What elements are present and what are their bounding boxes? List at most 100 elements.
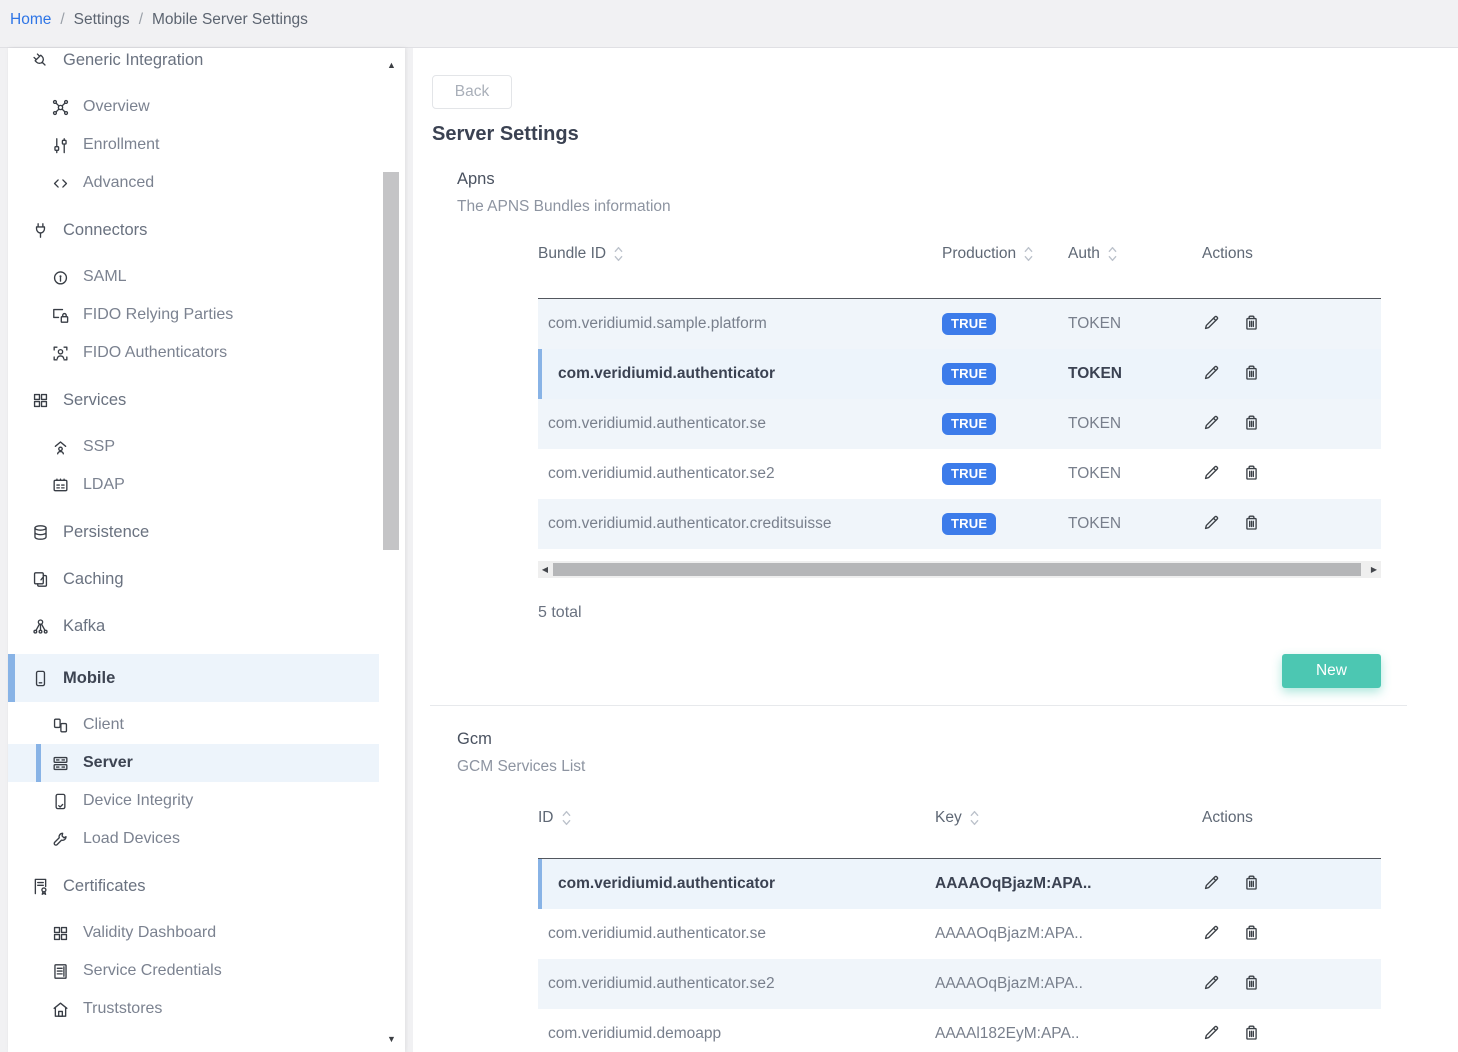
breadcrumb-item-settings[interactable]: Settings <box>74 8 130 32</box>
sidebar-item-server[interactable]: Server <box>8 744 379 782</box>
actions-cell <box>1192 1023 1381 1045</box>
gcm-table-row[interactable]: com.veridiumid.demoappAAAAl182EyM:APA.. <box>538 1009 1381 1052</box>
sidebar-item-label: Service Credentials <box>83 962 222 980</box>
page-body: Generic Integration Overview Enrollment Adv… <box>0 48 1458 1052</box>
sidebar-item-fido-relying-parties[interactable]: FIDO Relying Parties <box>8 296 379 334</box>
sidebar-scrollbar-thumb[interactable] <box>383 172 399 550</box>
sidebar-item-label: SAML <box>83 268 127 286</box>
sidebar-item-label: Connectors <box>63 221 147 240</box>
sidebar-item-services[interactable]: Services <box>8 381 379 419</box>
apns-table-body: com.veridiumid.sample.platformTRUETOKENc… <box>538 299 1381 549</box>
sidebar-item-advanced[interactable]: Advanced <box>8 164 379 202</box>
edit-button[interactable] <box>1202 363 1221 385</box>
contact-card-icon <box>50 475 70 495</box>
sidebar-item-truststores[interactable]: Truststores <box>8 990 379 1028</box>
apns-column-header-auth[interactable]: Auth <box>1068 245 1192 263</box>
sidebar-item-service-credentials[interactable]: Service Credentials <box>8 952 379 990</box>
apns-table-row[interactable]: com.veridiumid.sample.platformTRUETOKEN <box>538 299 1381 349</box>
sidebar-item-client[interactable]: Client <box>8 706 379 744</box>
actions-cell <box>1192 513 1381 535</box>
apns-column-header-production[interactable]: Production <box>942 245 1068 263</box>
sidebar-item-saml[interactable]: SAML <box>8 258 379 296</box>
apns-table-row[interactable]: com.veridiumid.authenticator.seTRUETOKEN <box>538 399 1381 449</box>
new-button-row: New <box>538 654 1381 688</box>
scroll-right-icon[interactable]: ▶ <box>1368 561 1380 578</box>
sidebar-item-device-integrity[interactable]: Device Integrity <box>8 782 379 820</box>
breadcrumb-home-link[interactable]: Home <box>10 8 51 32</box>
scroll-up-icon[interactable]: ▲ <box>383 60 400 70</box>
column-header-label: Actions <box>1202 245 1253 263</box>
gcm-column-header-id[interactable]: ID <box>538 809 933 827</box>
edit-button[interactable] <box>1202 923 1221 945</box>
sidebar-item-ssp[interactable]: SSP <box>8 428 379 466</box>
production-badge: TRUE <box>942 413 996 435</box>
delete-button[interactable] <box>1242 923 1261 945</box>
apns-column-header-bundle-id[interactable]: Bundle ID <box>538 245 942 263</box>
sidebar-scrollbar[interactable]: ▲ ▼ <box>383 48 400 1052</box>
gcm-table-row[interactable]: com.veridiumid.authenticator.se2AAAAOqBj… <box>538 959 1381 1009</box>
dual-phone-icon <box>50 715 70 735</box>
gcm-table-row[interactable]: com.veridiumid.authenticator.seAAAAOqBja… <box>538 909 1381 959</box>
sidebar-item-persistence[interactable]: Persistence <box>8 513 379 551</box>
delete-button[interactable] <box>1242 313 1261 335</box>
edit-button[interactable] <box>1202 313 1221 335</box>
delete-button[interactable] <box>1242 363 1261 385</box>
horizontal-scrollbar-thumb[interactable] <box>553 563 1361 576</box>
sidebar-item-label: LDAP <box>83 476 125 494</box>
sidebar-item-fido-authenticators[interactable]: FIDO Authenticators <box>8 334 379 372</box>
sidebar-item-label: Advanced <box>83 174 154 192</box>
sidebar-item-label: Overview <box>83 98 150 116</box>
wrench-icon <box>50 829 70 849</box>
edit-button[interactable] <box>1202 973 1221 995</box>
edit-button[interactable] <box>1202 463 1221 485</box>
sidebar-item-mobile[interactable]: Mobile <box>8 654 379 702</box>
sidebar-item-ldap[interactable]: LDAP <box>8 466 379 504</box>
sidebar-item-label: Device Integrity <box>83 792 193 810</box>
delete-button[interactable] <box>1242 513 1261 535</box>
sidebar-item-connectors[interactable]: Connectors <box>8 211 379 249</box>
apns-table-row[interactable]: com.veridiumid.authenticator.creditsuiss… <box>538 499 1381 549</box>
sidebar-item-validity-dashboard[interactable]: Validity Dashboard <box>8 914 379 952</box>
sidebar-item-label: FIDO Relying Parties <box>83 306 233 324</box>
sidebar-item-certificates[interactable]: Certificates <box>8 867 379 905</box>
sliders-icon <box>50 135 70 155</box>
edit-pencil-icon <box>1202 313 1221 335</box>
gcm-table-row[interactable]: com.veridiumid.authenticatorAAAAOqBjazM:… <box>538 859 1381 909</box>
document-lines-icon <box>50 961 70 981</box>
edit-button[interactable] <box>1202 513 1221 535</box>
gcm-column-header-key[interactable]: Key <box>933 809 1192 827</box>
sidebar-item-kafka[interactable]: Kafka <box>8 607 379 645</box>
apns-section: Apns The APNS Bundles information Bundle… <box>432 170 1458 688</box>
sidebar-item-generic-integration[interactable]: Generic Integration <box>8 48 379 79</box>
sort-icon <box>613 245 624 263</box>
scroll-left-icon[interactable]: ◀ <box>539 561 551 578</box>
column-header-label: Auth <box>1068 245 1100 263</box>
actions-cell <box>1192 413 1381 435</box>
person-home-icon <box>50 437 70 457</box>
apns-table-row[interactable]: com.veridiumid.authenticatorTRUETOKEN <box>538 349 1381 399</box>
delete-button[interactable] <box>1242 873 1261 895</box>
apns-table-header: Bundle IDProductionAuth Actions <box>538 245 1381 299</box>
delete-button[interactable] <box>1242 1023 1261 1045</box>
scroll-down-icon[interactable]: ▼ <box>383 1034 400 1044</box>
new-button[interactable]: New <box>1282 654 1381 688</box>
horizontal-scrollbar[interactable]: ◀ ▶ <box>538 561 1381 578</box>
sidebar-item-enrollment[interactable]: Enrollment <box>8 126 379 164</box>
delete-button[interactable] <box>1242 973 1261 995</box>
key-cell: AAAAl182EyM:APA.. <box>933 1025 1192 1043</box>
sidebar-item-overview[interactable]: Overview <box>8 88 379 126</box>
delete-button[interactable] <box>1242 463 1261 485</box>
sidebar-item-caching[interactable]: Caching <box>8 560 379 598</box>
edit-button[interactable] <box>1202 413 1221 435</box>
sidebar-item-load-devices[interactable]: Load Devices <box>8 820 379 858</box>
edit-button[interactable] <box>1202 1023 1221 1045</box>
sidebar-item-label: Persistence <box>63 523 149 542</box>
edit-pencil-icon <box>1202 973 1221 995</box>
total-count: 5 total <box>538 604 1381 622</box>
sidebar-item-label: Server <box>83 754 133 772</box>
edit-button[interactable] <box>1202 873 1221 895</box>
apns-table-row[interactable]: com.veridiumid.authenticator.se2TRUETOKE… <box>538 449 1381 499</box>
back-button[interactable]: Back <box>432 75 512 109</box>
sort-icon <box>1023 245 1034 263</box>
delete-button[interactable] <box>1242 413 1261 435</box>
